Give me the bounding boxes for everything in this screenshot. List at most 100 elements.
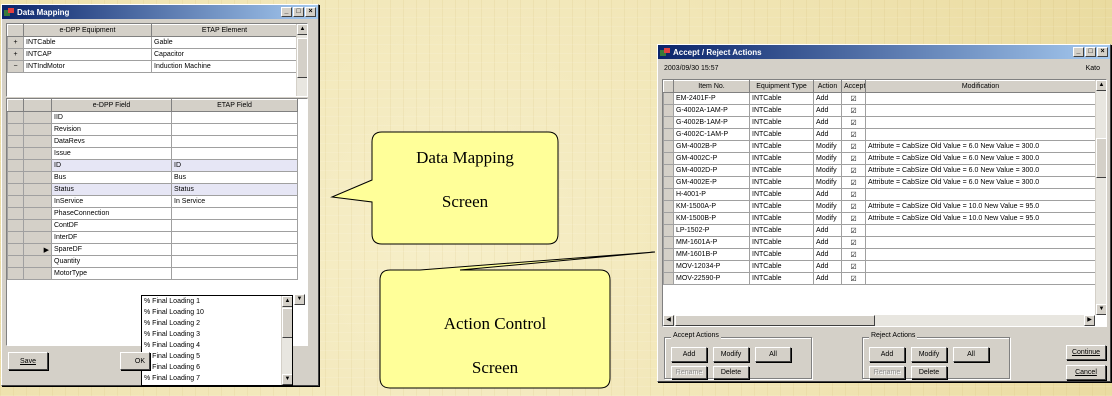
reject-add-button[interactable]: Add <box>869 347 905 362</box>
accept-checkbox[interactable]: ☑ <box>841 224 866 237</box>
row-selector[interactable] <box>663 116 674 129</box>
scroll-thumb[interactable] <box>1096 138 1106 178</box>
data-mapping-titlebar[interactable]: Data Mapping _ □ × <box>2 5 318 19</box>
field-row[interactable]: Status Status <box>7 183 298 196</box>
item-header[interactable]: Item No. <box>673 80 750 93</box>
dropdown-option[interactable]: % Final Loading 3 <box>142 329 292 340</box>
reject-modify-button[interactable]: Modify <box>911 347 947 362</box>
action-cell[interactable]: Add <box>813 248 842 261</box>
row-selector[interactable] <box>23 111 52 124</box>
element-header[interactable]: ETAP Element <box>151 24 298 37</box>
accept-checkbox[interactable]: ☑ <box>841 200 866 213</box>
dropdown-arrow-icon[interactable]: ▼ <box>294 294 305 305</box>
action-cell[interactable]: Modify <box>813 152 842 165</box>
action-cell[interactable]: Modify <box>813 176 842 189</box>
accept-checkbox[interactable]: ☑ <box>841 104 866 117</box>
minimize-icon[interactable]: _ <box>281 7 292 17</box>
row-selector[interactable] <box>663 260 674 273</box>
actions-vscrollbar[interactable]: ▲ ▼ <box>1095 80 1106 315</box>
accept-add-button[interactable]: Add <box>671 347 707 362</box>
row-selector[interactable] <box>663 164 674 177</box>
field-row[interactable]: ContDF <box>7 219 298 232</box>
item-cell[interactable]: GM-4002E-P <box>673 176 750 189</box>
accept-checkbox[interactable]: ☑ <box>841 272 866 285</box>
type-cell[interactable]: INTCable <box>749 248 814 261</box>
modification-header[interactable]: Modification <box>865 80 1096 93</box>
type-cell[interactable]: INTCable <box>749 272 814 285</box>
continue-button[interactable]: Continue <box>1066 345 1106 360</box>
current-row-icon[interactable]: ▶ <box>23 243 52 256</box>
action-header[interactable]: Action <box>813 80 842 93</box>
equip-cell[interactable]: INTCable <box>23 36 152 49</box>
type-cell[interactable]: INTCable <box>749 224 814 237</box>
modification-cell[interactable] <box>865 236 1096 249</box>
scroll-right-icon[interactable]: ▶ <box>1084 315 1095 326</box>
action-row[interactable]: H-4001-P INTCable Add ☑ <box>663 188 1096 201</box>
field-header[interactable]: e-DPP Field <box>51 99 172 112</box>
modification-cell[interactable] <box>865 128 1096 141</box>
modification-cell[interactable] <box>865 188 1096 201</box>
maximize-icon[interactable]: □ <box>1085 47 1096 57</box>
equip-cell[interactable]: INTIndMotor <box>23 60 152 73</box>
etap-field-cell[interactable] <box>171 135 298 148</box>
equip-row[interactable]: − INTIndMotor Induction Machine <box>7 60 298 73</box>
accept-reject-titlebar[interactable]: Accept / Reject Actions _ □ × <box>658 45 1110 59</box>
row-selector[interactable] <box>663 212 674 225</box>
action-row[interactable]: EM-2401F-P INTCable Add ☑ <box>663 92 1096 105</box>
dropdown-option[interactable]: % Final Loading 5 <box>142 351 292 362</box>
modification-cell[interactable]: Attribute = CabSize Old Value = 6.0 New … <box>865 140 1096 153</box>
type-cell[interactable]: INTCable <box>749 152 814 165</box>
accept-delete-button[interactable]: Delete <box>713 366 749 379</box>
save-button[interactable]: Save <box>8 352 48 370</box>
etap-field-cell[interactable]: Status <box>171 183 298 196</box>
etap-field-header[interactable]: ETAP Field <box>171 99 298 112</box>
type-cell[interactable]: INTCable <box>749 140 814 153</box>
action-cell[interactable]: Modify <box>813 212 842 225</box>
action-cell[interactable]: Add <box>813 272 842 285</box>
accept-checkbox[interactable]: ☑ <box>841 236 866 249</box>
action-cell[interactable]: Add <box>813 92 842 105</box>
row-selector[interactable] <box>663 224 674 237</box>
field-row[interactable]: DataRevs <box>7 135 298 148</box>
action-cell[interactable]: Add <box>813 104 842 117</box>
close-icon[interactable]: × <box>305 7 316 17</box>
etap-field-cell[interactable] <box>171 111 298 124</box>
action-cell[interactable]: Modify <box>813 164 842 177</box>
dropdown-option[interactable]: % Final Loading 7 <box>142 373 292 384</box>
dropdown-scrollbar[interactable]: ▲ ▼ <box>281 296 292 385</box>
row-selector[interactable] <box>663 188 674 201</box>
etap-field-cell[interactable] <box>171 243 298 256</box>
row-selector[interactable] <box>663 176 674 189</box>
action-cell[interactable]: Add <box>813 260 842 273</box>
scroll-up-icon[interactable]: ▲ <box>282 296 292 307</box>
row-selector[interactable] <box>663 128 674 141</box>
accept-all-button[interactable]: All <box>755 347 791 362</box>
item-cell[interactable]: EM-2401F-P <box>673 92 750 105</box>
row-selector[interactable] <box>663 152 674 165</box>
item-cell[interactable]: KM-1500B-P <box>673 212 750 225</box>
accept-checkbox[interactable]: ☑ <box>841 116 866 129</box>
item-cell[interactable]: MM-1601A-P <box>673 236 750 249</box>
equip-scrollbar[interactable]: ▲ <box>296 24 307 96</box>
field-cell[interactable]: Quantity <box>51 255 172 268</box>
minimize-icon[interactable]: _ <box>1073 47 1084 57</box>
action-cell[interactable]: Add <box>813 128 842 141</box>
action-cell[interactable]: Add <box>813 116 842 129</box>
item-cell[interactable]: G-4002A-1AM-P <box>673 104 750 117</box>
type-cell[interactable]: INTCable <box>749 260 814 273</box>
element-cell[interactable]: Induction Machine <box>151 60 298 73</box>
accept-checkbox[interactable]: ☑ <box>841 140 866 153</box>
type-cell[interactable]: INTCable <box>749 176 814 189</box>
modification-cell[interactable] <box>865 92 1096 105</box>
action-cell[interactable]: Add <box>813 236 842 249</box>
actions-hscrollbar[interactable]: ◀ ▶ <box>663 315 1095 326</box>
field-row[interactable]: Revision <box>7 123 298 136</box>
action-row[interactable]: MM-1601B-P INTCable Add ☑ <box>663 248 1096 261</box>
field-cell[interactable]: DataRevs <box>51 135 172 148</box>
action-row[interactable]: G-4002A-1AM-P INTCable Add ☑ <box>663 104 1096 117</box>
type-cell[interactable]: INTCable <box>749 188 814 201</box>
modification-cell[interactable]: Attribute = CabSize Old Value = 6.0 New … <box>865 176 1096 189</box>
field-row[interactable]: IID <box>7 111 298 124</box>
scroll-down-icon[interactable]: ▼ <box>282 374 292 385</box>
row-selector[interactable] <box>23 195 52 208</box>
